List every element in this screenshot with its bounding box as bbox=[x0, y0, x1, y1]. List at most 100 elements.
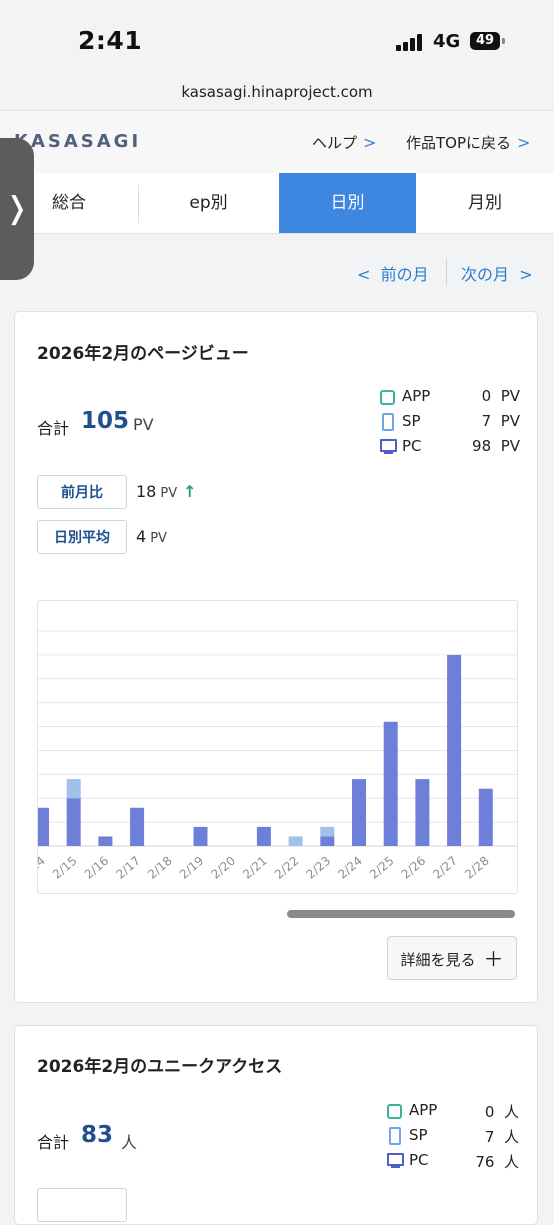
url-bar[interactable]: kasasagi.hinaproject.com bbox=[0, 80, 554, 110]
signal-icon bbox=[396, 33, 424, 51]
device-name: APP bbox=[402, 387, 431, 405]
device-value: 0 人 bbox=[484, 1103, 519, 1121]
chart-bar bbox=[38, 807, 49, 846]
help-link-label: ヘルプ bbox=[312, 134, 358, 152]
chart-bar bbox=[130, 807, 145, 846]
prev-month-label: 前の月 bbox=[380, 265, 429, 284]
next-month-label: 次の月 bbox=[461, 265, 510, 284]
device-value: 0 PV bbox=[481, 387, 520, 405]
site-logo[interactable]: KASASAGI bbox=[14, 131, 141, 152]
unique-access-title: 2026年2月のユニークアクセス bbox=[37, 1057, 283, 1077]
tab-daily[interactable]: 日別 bbox=[279, 173, 416, 233]
app-icon bbox=[387, 1104, 402, 1119]
chart-x-tick-label: 2/24 bbox=[335, 854, 365, 882]
chart-x-tick-label: 2/22 bbox=[272, 854, 302, 882]
chart-x-tick-label: 2/21 bbox=[240, 854, 270, 882]
compare-value: 18 PV ↑ bbox=[136, 482, 197, 501]
chart-bar bbox=[320, 836, 335, 846]
chart-x-tick-label: 2/25 bbox=[367, 854, 397, 882]
chart-bar bbox=[415, 779, 430, 846]
chart-x-tick-label: 2/23 bbox=[304, 854, 334, 882]
chart-x-tick-label: 2/19 bbox=[177, 854, 207, 882]
back-link-label: 作品TOPに戻る bbox=[406, 134, 512, 152]
chart-bar bbox=[383, 721, 398, 846]
smartphone-icon bbox=[389, 1127, 401, 1145]
device-row-pc: PC 98 PV bbox=[380, 437, 520, 459]
chart-bar bbox=[66, 779, 81, 799]
status-bar: 2:41 4G 49 bbox=[0, 0, 554, 80]
unique-total-label: 合計 bbox=[37, 1133, 70, 1152]
total-unit: PV bbox=[133, 415, 154, 434]
chart-x-tick-label: 2/20 bbox=[208, 854, 238, 882]
monitor-icon bbox=[380, 439, 397, 454]
chart-horizontal-scrollbar[interactable] bbox=[287, 910, 515, 918]
view-details-button[interactable]: 詳細を見る ＋ bbox=[387, 936, 517, 980]
pageview-card: 2026年2月のページビュー 合計 105 PV APP 0 PV SP 7 P… bbox=[14, 311, 538, 1003]
view-tabs: 総合 ep別 日別 月別 bbox=[0, 173, 554, 234]
pageview-chart: 2/14 2/15 2/16 2/17 2/18 2/19 2/20 2/21 2/22 2/23… bbox=[37, 600, 518, 894]
site-header: KASASAGI ヘルプ > 作品TOPに戻る > bbox=[0, 110, 554, 174]
compare-label: 前月比 bbox=[37, 475, 127, 509]
chevron-right-icon: > bbox=[363, 133, 377, 152]
details-button-label: 詳細を見る bbox=[400, 951, 476, 969]
device-value: 98 PV bbox=[472, 437, 520, 455]
device-name: PC bbox=[409, 1151, 429, 1169]
tab-episode[interactable]: ep別 bbox=[139, 173, 278, 233]
tab-monthly[interactable]: 月別 bbox=[416, 173, 554, 233]
unique-total-value: 83 bbox=[81, 1122, 114, 1148]
chart-x-tick-label: 2/28 bbox=[462, 854, 492, 882]
side-drawer-handle[interactable]: ❭ bbox=[0, 138, 34, 280]
chart-bar bbox=[98, 836, 113, 846]
chart-bar bbox=[193, 826, 208, 846]
pageview-title: 2026年2月のページビュー bbox=[37, 344, 249, 364]
chart-x-tick-label: 2/27 bbox=[430, 854, 460, 882]
device-name: SP bbox=[409, 1126, 428, 1144]
chart-bar bbox=[320, 826, 335, 837]
device-value: 7 人 bbox=[484, 1128, 519, 1146]
chart-x-tick-label: 2/15 bbox=[50, 854, 80, 882]
help-link[interactable]: ヘルプ > bbox=[312, 132, 376, 153]
prev-month-link[interactable]: < 前の月 bbox=[357, 261, 429, 285]
unique-device-row-pc: PC 76 人 bbox=[387, 1151, 519, 1173]
chevron-left-icon: < bbox=[357, 265, 371, 284]
unique-device-row-app: APP 0 人 bbox=[387, 1101, 519, 1123]
chevron-right-icon: > bbox=[519, 265, 533, 284]
device-name: APP bbox=[409, 1101, 438, 1119]
chart-bar bbox=[447, 654, 462, 846]
battery-icon: 49 bbox=[470, 32, 505, 50]
plus-icon: ＋ bbox=[483, 947, 504, 971]
month-nav-divider bbox=[446, 259, 447, 285]
device-row-app: APP 0 PV bbox=[380, 387, 520, 409]
total-label: 合計 bbox=[37, 419, 70, 438]
app-icon bbox=[380, 390, 395, 405]
monitor-icon bbox=[387, 1153, 404, 1168]
chevron-right-icon: > bbox=[517, 133, 531, 152]
chart-bar bbox=[478, 788, 493, 846]
chart-x-tick-label: 2/18 bbox=[145, 854, 175, 882]
chart-x-tick-label: 2/26 bbox=[399, 854, 429, 882]
chart-x-tick-label: 2/14 bbox=[38, 854, 48, 882]
chart-bar bbox=[256, 826, 271, 846]
unique-device-row-sp: SP 7 人 bbox=[387, 1126, 519, 1148]
device-row-sp: SP 7 PV bbox=[380, 412, 520, 434]
chart-x-tick-label: 2/16 bbox=[82, 854, 112, 882]
pageview-bar-chart: 2/14 2/15 2/16 2/17 2/18 2/19 2/20 2/21 2/22 2/23… bbox=[38, 630, 517, 882]
status-time: 2:41 bbox=[78, 26, 143, 55]
daily-average-label: 日別平均 bbox=[37, 520, 127, 554]
unique-total-unit: 人 bbox=[121, 1133, 138, 1152]
chart-x-tick-label: 2/17 bbox=[113, 854, 143, 882]
device-name: PC bbox=[402, 437, 422, 455]
network-type: 4G bbox=[433, 31, 461, 52]
next-month-link[interactable]: 次の月 > bbox=[461, 261, 533, 285]
chart-bar bbox=[288, 836, 303, 846]
smartphone-icon bbox=[382, 413, 394, 431]
chevron-right-icon: ❭ bbox=[4, 191, 30, 226]
device-value: 76 人 bbox=[475, 1153, 519, 1171]
daily-average-value: 4 PV bbox=[136, 527, 167, 546]
total-value: 105 bbox=[81, 408, 130, 434]
chart-bar bbox=[66, 798, 81, 846]
device-value: 7 PV bbox=[481, 412, 520, 430]
device-name: SP bbox=[402, 412, 421, 430]
back-to-top-link[interactable]: 作品TOPに戻る > bbox=[406, 132, 530, 153]
unique-access-card: 2026年2月のユニークアクセス 合計 83 人 APP 0 人 SP 7 人 … bbox=[14, 1025, 538, 1225]
